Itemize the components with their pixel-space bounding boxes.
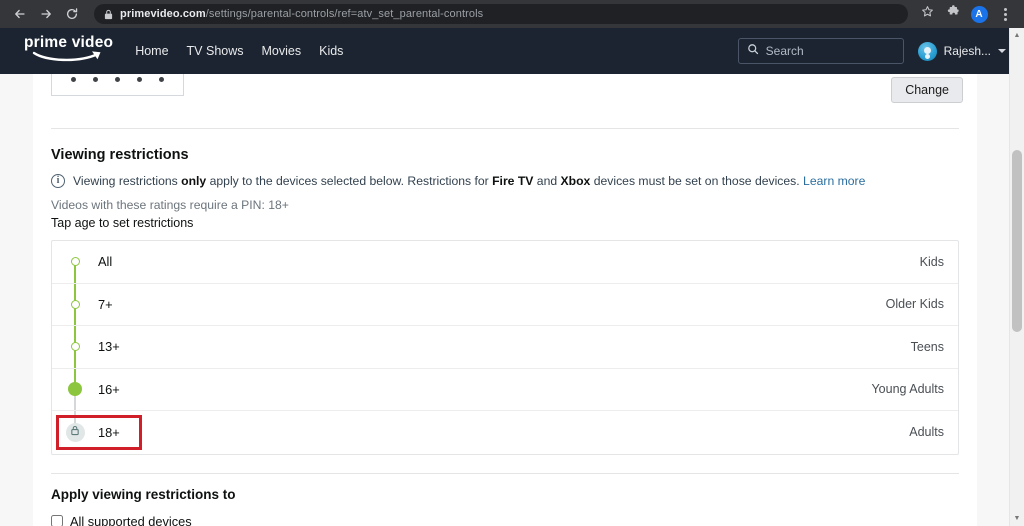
arrow-left-icon [13,7,27,21]
arrow-right-icon [39,7,53,21]
star-icon [921,5,934,23]
profile-name: Rajesh... [943,44,991,58]
rating-marker-7plus [52,283,98,325]
pin-display[interactable] [51,74,184,96]
info-text-3: and [533,174,561,188]
browser-toolbar: primevideo.com/settings/parental-control… [0,0,1024,28]
scrollbar-thumb[interactable] [1012,150,1022,332]
rating-description-label: Adults [909,425,944,440]
page-scrollbar[interactable]: ▲ ▼ [1009,28,1024,526]
info-text-2: apply to the devices selected below. Res… [206,174,493,188]
rating-dot-locked[interactable] [65,422,85,442]
rating-marker-18plus [52,411,98,454]
rating-description-label: Kids [919,254,944,269]
scroll-up-arrow-icon[interactable]: ▲ [1010,28,1024,43]
chrome-action-icons: A [916,3,1016,25]
info-message: i Viewing restrictions only apply to the… [51,173,959,189]
rating-dot-open[interactable] [70,342,80,352]
info-text-1: Viewing restrictions [73,174,182,188]
address-bar[interactable]: primevideo.com/settings/parental-control… [94,4,908,24]
rating-row-all[interactable]: All Kids [52,241,958,284]
nav-item-home[interactable]: Home [135,44,168,58]
back-button[interactable] [8,2,32,26]
info-text-4: devices must be set on those devices. [590,174,804,188]
rating-age-label: 18+ [98,424,120,440]
rating-dot-selected[interactable] [68,382,82,397]
nav-item-tv-shows[interactable]: TV Shows [187,44,244,58]
info-bold-xbox: Xbox [560,174,591,188]
chrome-menu-button[interactable] [994,3,1016,25]
smile-arrow-icon [32,49,106,67]
chevron-down-icon [998,49,1006,53]
pin-row: Change [33,74,977,128]
change-pin-button[interactable]: Change [891,77,963,103]
url-text: primevideo.com/settings/parental-control… [120,8,483,20]
info-circle-icon: i [51,174,65,188]
extensions-button[interactable] [942,3,964,25]
info-bold-only: only [181,174,207,188]
prime-video-header: prime video Home TV Shows Movies Kids Ra… [0,28,1024,74]
rating-age-label: 7+ [98,296,113,312]
puzzle-piece-icon [947,5,960,23]
rating-description-label: Teens [910,339,944,354]
apply-section-divider [51,472,959,474]
search-input[interactable] [765,44,895,58]
rating-row-18plus[interactable]: 18+ Adults [52,411,958,454]
settings-card: Change Viewing restrictions i Viewing re… [33,74,977,526]
tap-hint-text: Tap age to set restrictions [51,216,194,230]
rating-age-label: 16+ [98,381,120,397]
padlock-icon [104,9,113,20]
rating-marker-13plus [52,326,98,368]
learn-more-link[interactable]: Learn more [803,174,865,188]
all-supported-devices-label: All supported devices [70,513,192,526]
ratings-list: All Kids 7+ Older Kids 13+ Teens 16+ You… [51,240,959,455]
url-domain: primevideo.com [120,8,206,20]
search-icon [747,42,759,60]
scroll-down-arrow-icon[interactable]: ▼ [1010,511,1024,526]
rating-marker-16plus [52,368,98,410]
header-right-group: Rajesh... [737,38,1006,64]
chrome-profile-button[interactable]: A [968,3,990,25]
viewing-restrictions-section: Viewing restrictions i Viewing restricti… [33,129,977,526]
padlock-icon [70,423,80,441]
rating-row-13plus[interactable]: 13+ Teens [52,326,958,369]
bookmark-button[interactable] [916,3,938,25]
url-path: /settings/parental-controls/ref=atv_set_… [205,8,484,20]
rating-row-7plus[interactable]: 7+ Older Kids [52,283,958,326]
all-supported-devices-checkbox[interactable] [51,515,63,526]
pin-requirement-text: Videos with these ratings require a PIN:… [51,198,289,212]
reload-icon [65,7,79,21]
avatar [917,41,937,61]
rating-dot-open[interactable] [70,299,80,309]
nav-item-movies[interactable]: Movies [262,44,302,58]
all-supported-devices-row[interactable]: All supported devices [51,514,959,526]
rating-description-label: Young Adults [871,382,944,397]
prime-video-logo[interactable]: prime video [24,35,113,67]
info-message-text: Viewing restrictions only apply to the d… [73,173,865,189]
apply-section-title: Apply viewing restrictions to [51,486,236,502]
nav-item-kids[interactable]: Kids [319,44,343,58]
section-title: Viewing restrictions [51,147,189,163]
profile-menu[interactable]: Rajesh... [917,41,1006,61]
page-body: Change Viewing restrictions i Viewing re… [0,74,1024,526]
reload-button[interactable] [60,2,84,26]
forward-button[interactable] [34,2,58,26]
primary-nav: Home TV Shows Movies Kids [135,44,343,58]
info-bold-firetv: Fire TV [492,174,534,188]
profile-avatar-initial: A [970,5,988,23]
rating-dot-open[interactable] [70,257,80,267]
rating-marker-all [52,241,98,283]
rating-description-label: Older Kids [885,297,944,312]
three-dot-menu-icon [1003,7,1007,21]
rating-age-label: 13+ [98,339,120,355]
rating-age-label: All [98,254,113,270]
logo-text: prime video [24,34,114,51]
rating-row-16plus[interactable]: 16+ Young Adults [52,368,958,411]
search-box[interactable] [737,38,904,64]
